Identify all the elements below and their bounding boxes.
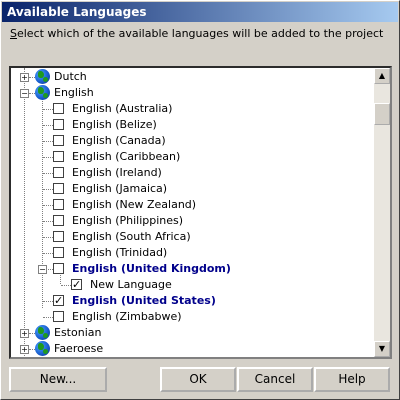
language-checkbox[interactable]	[53, 103, 64, 114]
tree-item-label: English (Ireland)	[72, 166, 162, 179]
tree-line	[43, 125, 53, 126]
tree-row[interactable]: + Dutch	[11, 69, 375, 85]
tree-item-label: English (United States)	[72, 294, 216, 307]
tree-row[interactable]: English (Caribbean)	[11, 149, 375, 165]
tree-row[interactable]: + Faeroese	[11, 341, 375, 357]
tree-line	[43, 221, 53, 222]
tree-line	[43, 301, 53, 302]
tree-item-label: English (Philippines)	[72, 214, 184, 227]
language-checkbox[interactable]	[53, 247, 64, 258]
vertical-scrollbar[interactable]: ▲ ▼	[374, 68, 390, 357]
tree-item-label: English (Australia)	[72, 102, 173, 115]
tree-line	[43, 237, 53, 238]
globe-icon	[35, 85, 50, 100]
tree-row[interactable]: English (Ireland)	[11, 165, 375, 181]
tree-row[interactable]: English (South Africa)	[11, 229, 375, 245]
language-checkbox[interactable]	[53, 135, 64, 146]
available-languages-dialog: Available Languages Select which of the …	[0, 0, 400, 400]
tree-row[interactable]: New Language	[11, 277, 375, 293]
tree-item-label: Farsi	[54, 357, 79, 359]
tree-item-label: English (Canada)	[72, 134, 166, 147]
language-checkbox[interactable]	[53, 215, 64, 226]
expand-icon[interactable]: +	[20, 73, 29, 82]
scroll-up-button[interactable]: ▲	[374, 68, 390, 84]
tree-row[interactable]: English (Zimbabwe)	[11, 309, 375, 325]
scroll-down-button[interactable]: ▼	[374, 341, 390, 357]
tree-row[interactable]: English (Canada)	[11, 133, 375, 149]
tree-item-label: English (Belize)	[72, 118, 157, 131]
help-button[interactable]: Help	[314, 367, 390, 392]
tree-row[interactable]: English (United States)	[11, 293, 375, 309]
tree-row[interactable]: +Farsi	[11, 357, 375, 359]
tree-line	[43, 173, 53, 174]
tree-row[interactable]: English (New Zealand)	[11, 197, 375, 213]
tree-row[interactable]: English (Philippines)	[11, 213, 375, 229]
instruction-text: Select which of the available languages …	[10, 27, 383, 40]
tree-row[interactable]: English (Trinidad)	[11, 245, 375, 261]
tree-row[interactable]: − English (United Kingdom)	[11, 261, 375, 277]
tree-item-label: English (United Kingdom)	[72, 262, 231, 275]
language-checkbox[interactable]	[53, 183, 64, 194]
tree-item-label: English (South Africa)	[72, 230, 191, 243]
language-checkbox[interactable]	[53, 199, 64, 210]
new-button[interactable]: New...	[9, 367, 107, 392]
tree-item-label: English (Zimbabwe)	[72, 310, 182, 323]
tree-item-label: English (New Zealand)	[72, 198, 197, 211]
language-checkbox[interactable]	[53, 231, 64, 242]
collapse-icon[interactable]: −	[38, 265, 47, 274]
expand-icon[interactable]: +	[20, 329, 29, 338]
expand-icon[interactable]: +	[20, 345, 29, 354]
scroll-thumb[interactable]	[374, 103, 390, 125]
ok-button[interactable]: OK	[160, 367, 236, 392]
dialog-title: Available Languages	[2, 2, 398, 22]
tree-line	[43, 205, 53, 206]
tree-item-label: English (Trinidad)	[72, 246, 168, 259]
tree-line	[43, 157, 53, 158]
tree-item-label: English (Caribbean)	[72, 150, 181, 163]
language-checkbox[interactable]	[71, 277, 82, 293]
language-checkbox[interactable]	[53, 151, 64, 162]
tree-line	[43, 253, 53, 254]
language-checkbox[interactable]	[53, 167, 64, 178]
tree-line	[43, 317, 53, 318]
language-checkbox[interactable]	[53, 263, 64, 274]
globe-icon	[35, 357, 50, 359]
tree-item-label: Estonian	[54, 326, 102, 339]
globe-icon	[35, 341, 50, 356]
instruction-mnemonic: S	[10, 27, 17, 40]
tree-item-label: New Language	[90, 278, 172, 291]
globe-icon	[35, 69, 50, 84]
tree-line	[43, 109, 53, 110]
tree-line	[61, 285, 71, 286]
cancel-button[interactable]: Cancel	[237, 367, 313, 392]
language-checkbox[interactable]	[53, 293, 64, 309]
instruction-rest: elect which of the available languages w…	[16, 27, 384, 40]
tree-item-label: Dutch	[54, 70, 87, 83]
tree-item-label: Faeroese	[54, 342, 104, 355]
language-tree[interactable]: + Dutch − English English (Australia) English…	[9, 66, 392, 359]
tree-line	[43, 141, 53, 142]
tree-item-label: English (Jamaica)	[72, 182, 168, 195]
tree-line	[43, 189, 53, 190]
globe-icon	[35, 325, 50, 340]
collapse-icon[interactable]: −	[20, 89, 29, 98]
tree-row[interactable]: English (Belize)	[11, 117, 375, 133]
tree-row[interactable]: English (Jamaica)	[11, 181, 375, 197]
tree-item-label: English	[54, 86, 94, 99]
language-checkbox[interactable]	[53, 119, 64, 130]
tree-row[interactable]: − English	[11, 85, 375, 101]
tree-row[interactable]: + Estonian	[11, 325, 375, 341]
tree-row[interactable]: English (Australia)	[11, 101, 375, 117]
language-checkbox[interactable]	[53, 311, 64, 322]
